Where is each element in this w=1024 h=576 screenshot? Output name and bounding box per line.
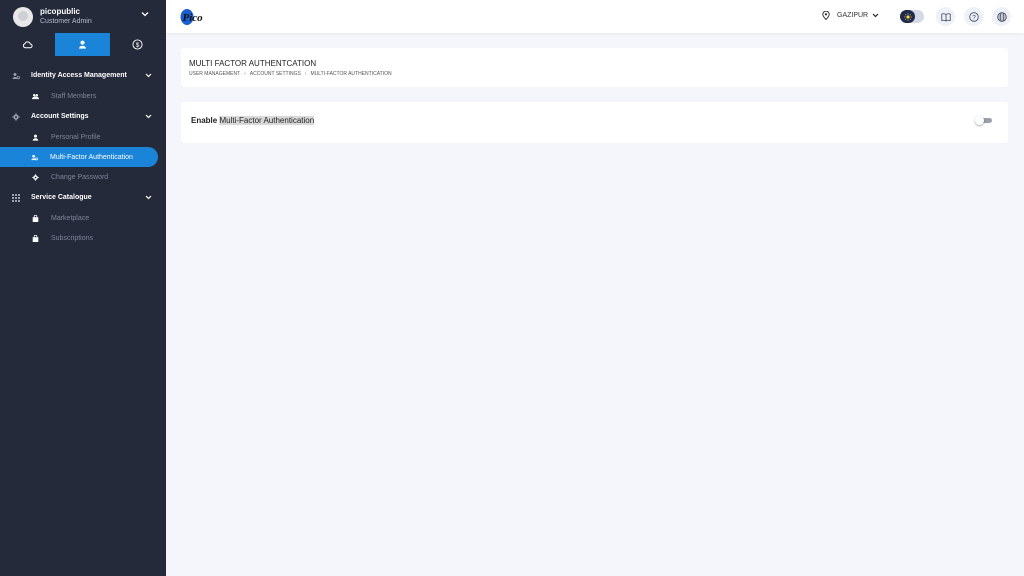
mfa-label-prefix: Enable bbox=[191, 116, 220, 125]
help-button[interactable]: ? bbox=[964, 7, 983, 26]
sidebar-group-identity-access-management[interactable]: Identity Access Management bbox=[0, 65, 166, 86]
chevron-down-icon bbox=[145, 73, 152, 78]
bag-icon bbox=[32, 234, 39, 242]
cloud-icon bbox=[22, 41, 33, 49]
bag-icon bbox=[32, 214, 39, 222]
user-name: picopublic bbox=[40, 7, 80, 16]
chevron-down-icon bbox=[145, 195, 152, 200]
users-cog-icon bbox=[31, 154, 38, 160]
sidebar-item-marketplace[interactable]: Marketplace bbox=[0, 208, 166, 228]
users-icon bbox=[32, 93, 39, 99]
book-icon bbox=[940, 12, 951, 21]
breadcrumb-item-account-settings[interactable]: ACCOUNT SETTINGS bbox=[250, 71, 301, 77]
tab-user[interactable] bbox=[55, 33, 110, 56]
user-role: Customer Admin bbox=[40, 18, 92, 25]
avatar bbox=[13, 6, 33, 27]
breadcrumb-item-current: MULTI-FACTOR AUTHENTICATION bbox=[310, 71, 392, 77]
sidebar-group-label: Identity Access Management bbox=[31, 72, 127, 79]
sidebar-item-label: Multi-Factor Authentication bbox=[50, 153, 133, 161]
sidebar-item-personal-profile[interactable]: Personal Profile bbox=[0, 127, 166, 147]
user-icon bbox=[32, 134, 39, 141]
dollar-icon: $ bbox=[132, 39, 143, 50]
sidebar-group-label: Service Catalogue bbox=[31, 194, 92, 201]
mfa-settings-card: Enable Multi-Factor Authentication bbox=[181, 102, 1008, 143]
language-button[interactable] bbox=[992, 7, 1011, 26]
users-cog-icon bbox=[12, 72, 20, 79]
user-menu[interactable]: picopublic Customer Admin bbox=[0, 0, 166, 33]
sidebar-item-multi-factor-authentication[interactable]: Multi-Factor Authentication bbox=[0, 147, 158, 167]
docs-button[interactable] bbox=[936, 7, 955, 26]
breadcrumb-separator: › bbox=[304, 71, 307, 77]
map-pin-icon bbox=[822, 11, 830, 20]
mfa-setting-label: Enable Multi-Factor Authentication bbox=[191, 116, 315, 125]
sidebar-item-staff-members[interactable]: Staff Members bbox=[0, 86, 166, 106]
tab-cloud[interactable] bbox=[0, 33, 55, 56]
help-icon: ? bbox=[968, 11, 979, 22]
breadcrumb-item-user-management[interactable]: USER MANAGEMENT bbox=[189, 71, 240, 77]
toggle-knob bbox=[975, 116, 984, 125]
mfa-label-highlight: Multi-Factor Authentication bbox=[219, 116, 315, 125]
sidebar-item-label: Personal Profile bbox=[51, 133, 101, 141]
tab-billing[interactable]: $ bbox=[110, 33, 165, 56]
location-label: GAZIPUR bbox=[837, 12, 869, 19]
svg-text:Pico: Pico bbox=[183, 12, 204, 24]
sidebar-group-service-catalogue[interactable]: Service Catalogue bbox=[0, 187, 166, 208]
chevron-down-icon bbox=[145, 114, 152, 119]
sidebar-item-label: Marketplace bbox=[51, 214, 90, 222]
theme-toggle[interactable] bbox=[900, 10, 924, 23]
top-bar: Pico GAZIPUR ? bbox=[166, 0, 1024, 33]
sidebar-item-label: Change Password bbox=[51, 173, 109, 181]
chevron-down-icon bbox=[872, 13, 879, 18]
pico-logo[interactable]: Pico bbox=[180, 7, 216, 27]
sidebar-item-label: Staff Members bbox=[51, 92, 97, 100]
sidebar-group-label: Account Settings bbox=[31, 113, 89, 120]
sun-icon bbox=[900, 10, 915, 23]
grid-icon bbox=[12, 193, 20, 202]
chevron-down-icon[interactable] bbox=[141, 10, 149, 18]
sidebar: picopublic Customer Admin $ Identity Acc… bbox=[0, 0, 166, 576]
location-selector[interactable]: GAZIPUR bbox=[822, 11, 879, 20]
gear-icon bbox=[12, 112, 20, 121]
svg-text:?: ? bbox=[972, 14, 976, 21]
sidebar-group-account-settings[interactable]: Account Settings bbox=[0, 106, 166, 127]
page-header: MULTI FACTOR AUTHENTCATION USER MANAGEME… bbox=[181, 48, 1008, 87]
user-info: picopublic Customer Admin bbox=[40, 7, 92, 26]
sidebar-item-subscriptions[interactable]: Subscriptions bbox=[0, 228, 166, 248]
gear-icon bbox=[32, 173, 39, 181]
globe-icon bbox=[996, 11, 1007, 22]
mfa-toggle-switch[interactable] bbox=[975, 116, 993, 125]
breadcrumb: USER MANAGEMENT › ACCOUNT SETTINGS › MUL… bbox=[189, 71, 392, 77]
sidebar-item-label: Subscriptions bbox=[51, 234, 94, 242]
mode-tabs: $ bbox=[0, 33, 166, 56]
sidebar-nav: Identity Access Management Staff Members… bbox=[0, 56, 166, 248]
sidebar-item-change-password[interactable]: Change Password bbox=[0, 167, 166, 187]
svg-text:$: $ bbox=[136, 42, 140, 49]
user-icon bbox=[79, 40, 86, 49]
page-title: MULTI FACTOR AUTHENTCATION bbox=[189, 59, 317, 68]
breadcrumb-separator: › bbox=[244, 71, 246, 77]
